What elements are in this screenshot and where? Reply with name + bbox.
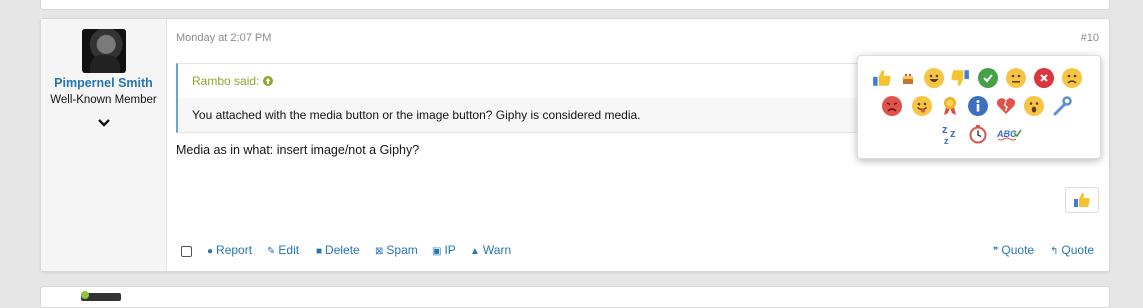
avatar[interactable] <box>82 29 126 73</box>
go-to-quote-icon[interactable] <box>262 74 273 88</box>
username[interactable]: Pimpernel Smith <box>41 76 166 90</box>
neutral-icon[interactable] <box>1006 68 1026 88</box>
cake-icon[interactable] <box>898 68 918 88</box>
ip-button[interactable]: ▣ IP <box>432 243 456 257</box>
svg-text:ABC: ABC <box>996 129 1017 139</box>
select-checkbox[interactable] <box>181 246 192 257</box>
agree-icon[interactable] <box>978 68 998 88</box>
warning-icon: ▲ <box>470 246 480 257</box>
edit-button[interactable]: ✎ Edit <box>267 243 299 257</box>
user-info-column: Pimpernel Smith Well-Known Member <box>41 19 167 271</box>
wrench-icon[interactable] <box>1052 96 1072 116</box>
chevron-down-icon[interactable] <box>94 115 114 135</box>
quote-header[interactable]: Rambo said: <box>192 74 273 88</box>
dislike-icon[interactable] <box>950 68 970 88</box>
tongue-icon[interactable] <box>912 96 932 116</box>
disagree-icon[interactable] <box>1034 68 1054 88</box>
clock-icon[interactable] <box>968 124 988 144</box>
reaction-picker: zzz ABC <box>857 55 1101 159</box>
post-date[interactable]: Monday at 2:07 PM <box>176 32 271 44</box>
message-body: Media as in what: insert image/not a Gip… <box>176 143 420 157</box>
broken-heart-icon[interactable] <box>996 96 1016 116</box>
wow-icon[interactable] <box>1024 96 1044 116</box>
sad-icon[interactable] <box>1062 68 1082 88</box>
pencil-icon: ✎ <box>267 246 276 257</box>
warn-button[interactable]: ▲ Warn <box>470 243 511 257</box>
angry-icon[interactable] <box>882 96 902 116</box>
post-number[interactable]: #10 <box>1081 32 1099 44</box>
spam-icon: ⊠ <box>375 246 384 257</box>
user-title: Well-Known Member <box>50 94 157 106</box>
multi-quote-button[interactable]: ❞ Quote <box>993 243 1034 257</box>
award-icon[interactable] <box>940 96 960 116</box>
spam-button[interactable]: ⊠ Spam <box>375 243 418 257</box>
delete-button[interactable]: ■ Delete <box>316 243 360 257</box>
report-icon: ● <box>207 246 214 257</box>
online-status-icon <box>81 291 89 299</box>
quote-text: You attached with the media button or th… <box>178 98 868 132</box>
info-icon[interactable] <box>968 96 988 116</box>
quote-block: Rambo said: You attached with the media … <box>176 63 869 133</box>
svg-text:z: z <box>950 128 956 140</box>
quote-reply-button[interactable]: ↰ Quote <box>1050 243 1094 257</box>
svg-text:z: z <box>944 136 949 145</box>
svg-text:z: z <box>942 124 948 136</box>
reply-icon: ↰ <box>1050 246 1059 257</box>
quote-author[interactable]: Rambo said: <box>192 74 263 88</box>
post-actions-bar: ● Report ✎ Edit ■ Delete ⊠ Spam ▣ IP ▲ Warn ❞ Q… <box>176 243 1099 259</box>
report-button[interactable]: ● Report <box>207 243 252 257</box>
next-post <box>40 286 1110 308</box>
thumbs-up-icon <box>1074 193 1090 207</box>
sleep-icon[interactable]: zzz <box>942 124 962 145</box>
like-icon[interactable] <box>872 68 892 88</box>
like-button[interactable] <box>1065 187 1099 213</box>
previous-post <box>40 0 1110 10</box>
id-card-icon: ▣ <box>432 246 442 257</box>
haha-icon[interactable] <box>924 68 944 88</box>
trash-icon: ■ <box>316 246 323 257</box>
quote-marks-icon: ❞ <box>993 246 999 257</box>
spelling-icon[interactable]: ABC <box>996 124 1022 144</box>
